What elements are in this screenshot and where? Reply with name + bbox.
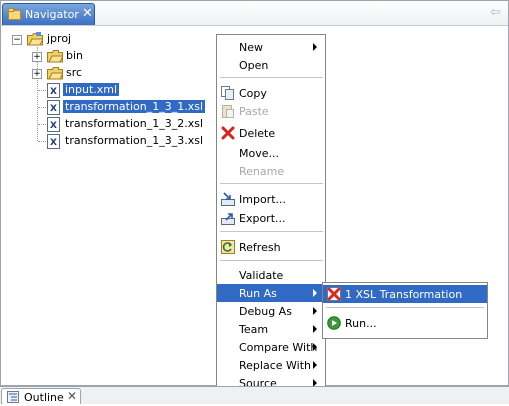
close-icon[interactable]: ✕ <box>67 389 77 403</box>
import-icon <box>221 192 235 206</box>
menu-item-label: Import... <box>239 193 286 206</box>
submenu-arrow-icon <box>313 361 317 369</box>
menu-item-move[interactable]: Move... <box>217 144 325 162</box>
submenu-arrow-icon <box>313 43 317 51</box>
export-icon <box>221 211 235 225</box>
menu-item-label: Run As <box>239 287 277 300</box>
back-arrow-icon[interactable]: ⇦ <box>490 6 504 20</box>
tree-label-selected: input.xml <box>63 83 120 96</box>
menu-item-label: Export... <box>239 212 286 225</box>
svg-text:X: X <box>50 87 57 97</box>
menu-item-copy[interactable]: Copy <box>217 84 325 102</box>
menu-item-run-as[interactable]: Run As <box>217 284 325 302</box>
menu-item-label: Delete <box>239 127 276 140</box>
menu-item-rename[interactable]: Rename <box>217 162 325 180</box>
tree-label: transformation_1_3_3.xsl <box>65 134 204 147</box>
tree-label: transformation_1_3_2.xsl <box>65 117 204 130</box>
refresh-icon <box>221 240 235 254</box>
menu-item-debug-as[interactable]: Debug As <box>217 302 325 320</box>
menu-item-label: Replace With <box>239 359 311 372</box>
tree-label: bin <box>66 49 84 62</box>
menu-item-label: Open <box>239 59 269 72</box>
submenu-arrow-icon <box>313 325 317 333</box>
menu-item-label: New <box>239 41 263 54</box>
close-icon[interactable]: ✕ <box>82 7 93 20</box>
menu-separator <box>220 183 323 184</box>
tab-navigator[interactable]: Navigator ✕ <box>2 3 95 25</box>
menu-item-label: Paste <box>239 105 269 118</box>
menu-item-label: Copy <box>239 87 267 100</box>
menu-item-label: Validate <box>239 269 284 282</box>
tree-label: jproj <box>47 32 72 45</box>
paste-icon <box>221 104 235 118</box>
menu-separator <box>220 231 323 232</box>
xml-file-icon: X <box>47 83 60 98</box>
menu-item-export[interactable]: Export... <box>217 209 325 227</box>
folder-icon <box>47 49 63 63</box>
navigator-icon <box>8 8 21 21</box>
submenu-arrow-icon <box>313 307 317 315</box>
tab-navigator-label: Navigator <box>25 8 79 21</box>
expand-icon[interactable]: + <box>32 69 42 79</box>
menu-item-open[interactable]: Open <box>217 56 325 74</box>
menu-item-new[interactable]: New <box>217 38 325 56</box>
xsl-file-icon: X <box>47 100 60 115</box>
svg-text:X: X <box>50 121 57 131</box>
tab-outline[interactable]: Outline ✕ <box>1 388 81 404</box>
menu-item-team[interactable]: Team <box>217 320 325 338</box>
view-tab-bar: Navigator ✕ ⇦ <box>1 1 508 26</box>
svg-text:X: X <box>50 104 57 114</box>
menu-item-label: Team <box>239 323 269 336</box>
xsl-file-icon: X <box>47 117 60 132</box>
xsl-transform-icon <box>327 287 341 301</box>
menu-item-label: Debug As <box>239 305 292 318</box>
menu-item-label: Compare With <box>239 341 318 354</box>
menu-item-label: Move... <box>239 147 279 160</box>
outline-icon <box>7 391 19 403</box>
menu-item-label: Run... <box>345 317 377 330</box>
copy-icon <box>221 86 235 100</box>
run-as-submenu: 1 XSL Transformation Run... <box>322 282 488 339</box>
menu-separator <box>326 307 484 308</box>
xsl-file-icon: X <box>47 134 60 149</box>
menu-item-label: Refresh <box>239 241 281 254</box>
menu-item-import[interactable]: Import... <box>217 190 325 208</box>
menu-item-validate[interactable]: Validate <box>217 266 325 284</box>
run-icon <box>327 316 341 330</box>
menu-separator <box>220 77 323 78</box>
menu-item-run[interactable]: Run... <box>323 314 487 332</box>
menu-item-compare-with[interactable]: Compare With <box>217 338 325 356</box>
folder-icon <box>47 66 63 80</box>
menu-item-label: 1 XSL Transformation <box>345 288 463 301</box>
submenu-arrow-icon <box>313 343 317 351</box>
delete-icon <box>221 126 235 140</box>
project-icon <box>27 32 43 46</box>
context-menu: New Open Copy Paste Delete Move... Renam… <box>216 34 326 393</box>
menu-separator <box>220 260 323 261</box>
menu-item-xsl-transformation[interactable]: 1 XSL Transformation <box>323 285 487 303</box>
menu-item-replace-with[interactable]: Replace With <box>217 356 325 374</box>
submenu-arrow-icon <box>313 289 317 297</box>
tab-outline-label: Outline <box>24 391 64 404</box>
menu-item-paste[interactable]: Paste <box>217 102 325 120</box>
expand-icon[interactable]: + <box>32 52 42 62</box>
svg-text:X: X <box>50 138 57 148</box>
collapse-icon[interactable]: − <box>12 35 22 45</box>
menu-item-refresh[interactable]: Refresh <box>217 238 325 256</box>
tree-label-selected: transformation_1_3_1.xsl <box>63 100 206 113</box>
tree-label: src <box>66 66 83 79</box>
menu-item-delete[interactable]: Delete <box>217 124 325 142</box>
menu-item-label: Rename <box>239 165 285 178</box>
